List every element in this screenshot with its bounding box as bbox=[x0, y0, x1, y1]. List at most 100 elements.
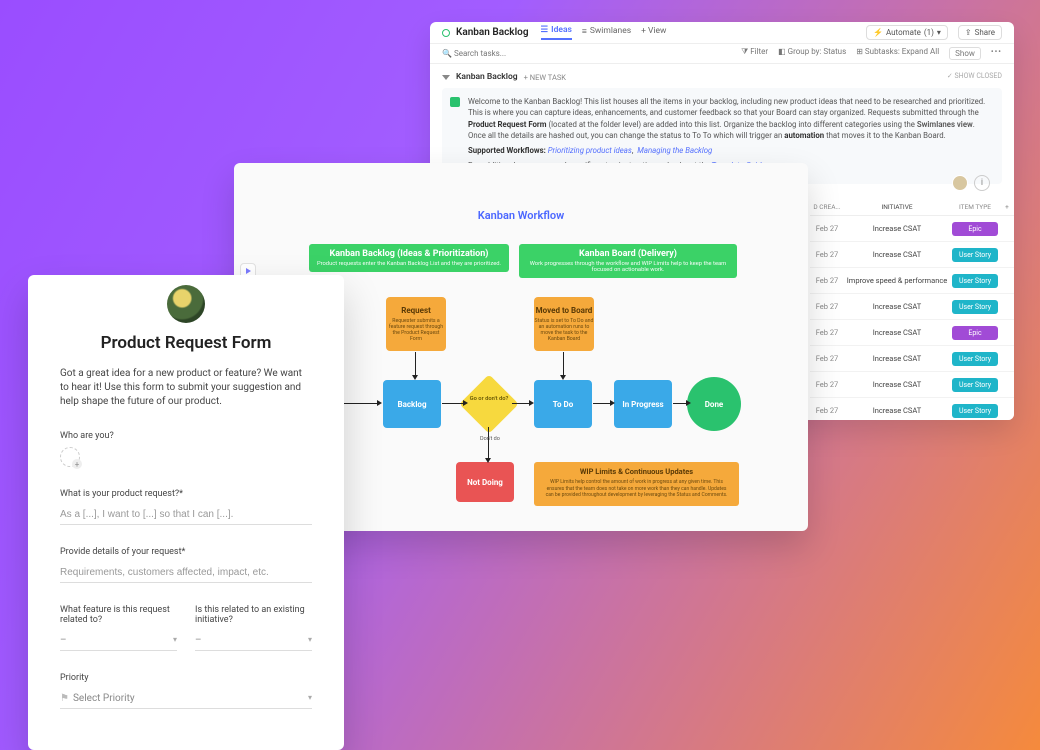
node-notdoing[interactable]: Not Doing bbox=[456, 462, 514, 502]
kanban-toolbar: 🔍 Search tasks... ⧩ Filter ◧ Group by: S… bbox=[430, 44, 1014, 64]
table-row[interactable]: Feb 27Increase CSATUser Story bbox=[810, 372, 1014, 398]
cell-initiative: Increase CSAT bbox=[844, 380, 950, 389]
status-circle-icon bbox=[442, 29, 450, 37]
cell-type: Epic bbox=[950, 222, 1000, 236]
subtasks-button[interactable]: ⊞ Subtasks: Expand All bbox=[856, 47, 939, 60]
filter-button[interactable]: ⧩ Filter bbox=[741, 47, 768, 60]
cell-initiative: Increase CSAT bbox=[844, 328, 950, 337]
search-icon: 🔍 bbox=[442, 49, 452, 58]
label-q1: What is your product request?* bbox=[60, 489, 312, 499]
group-button[interactable]: ◧ Group by: Status bbox=[778, 47, 846, 60]
cell-date: Feb 27 bbox=[810, 354, 844, 363]
col-initiative[interactable]: INITIATIVE bbox=[844, 203, 950, 211]
info-paragraph-1: Welcome to the Kanban Backlog! This list… bbox=[468, 96, 994, 141]
col-date[interactable]: D CREA... bbox=[810, 203, 844, 211]
node-wip: WIP Limits & Continuous Updates WIP Limi… bbox=[534, 462, 739, 506]
list-header-row: Kanban Backlog + NEW TASK ✓ SHOW CLOSED bbox=[442, 72, 1002, 82]
arrow-label-dont: Don't do bbox=[480, 436, 500, 442]
node-inprogress[interactable]: In Progress bbox=[614, 380, 672, 428]
show-closed-toggle[interactable]: ✓ SHOW CLOSED bbox=[947, 73, 1002, 81]
list-name[interactable]: Kanban Backlog bbox=[456, 72, 518, 82]
arrow bbox=[512, 403, 530, 404]
add-column-button[interactable]: + bbox=[1000, 203, 1014, 211]
table-row[interactable]: Feb 27Increase CSATEpic bbox=[810, 216, 1014, 242]
collapse-caret-icon[interactable] bbox=[442, 75, 450, 80]
search-input[interactable]: 🔍 Search tasks... bbox=[442, 49, 506, 58]
workflow-link-1[interactable]: Prioritizing product ideas bbox=[548, 146, 632, 155]
label-q3: What feature is this request related to? bbox=[60, 605, 177, 625]
cell-date: Feb 27 bbox=[810, 406, 844, 415]
arrow bbox=[488, 427, 489, 459]
cell-initiative: Increase CSAT bbox=[844, 354, 950, 363]
table-row[interactable]: Feb 27Increase CSATUser Story bbox=[810, 242, 1014, 268]
more-button[interactable]: ••• bbox=[991, 47, 1002, 60]
select-initiative[interactable]: –▾ bbox=[195, 631, 312, 651]
assignee-picker[interactable] bbox=[60, 447, 80, 467]
cell-type: User Story bbox=[950, 404, 1000, 418]
cell-initiative: Increase CSAT bbox=[844, 406, 950, 415]
arrow bbox=[442, 403, 464, 404]
form-intro: Got a great idea for a new product or fe… bbox=[60, 367, 312, 409]
show-button[interactable]: Show bbox=[949, 47, 981, 60]
cell-date: Feb 27 bbox=[810, 380, 844, 389]
col-type[interactable]: ITEM TYPE bbox=[950, 203, 1000, 211]
input-details[interactable] bbox=[60, 563, 312, 583]
help-icon[interactable]: i bbox=[974, 175, 990, 191]
share-icon: ⇪ bbox=[965, 28, 972, 37]
input-request[interactable] bbox=[60, 505, 312, 525]
tab-add-view[interactable]: + View bbox=[641, 26, 666, 39]
cell-type: User Story bbox=[950, 300, 1000, 314]
node-request[interactable]: Request Requester submits a feature requ… bbox=[386, 297, 446, 351]
label-q2: Provide details of your request* bbox=[60, 547, 312, 557]
cell-date: Feb 27 bbox=[810, 250, 844, 259]
avatar[interactable] bbox=[952, 175, 968, 191]
section-board: Kanban Board (Delivery) Work progresses … bbox=[519, 244, 737, 278]
arrow bbox=[415, 352, 416, 376]
task-table: D CREA... INITIATIVE ITEM TYPE + Feb 27I… bbox=[810, 198, 1014, 420]
select-priority[interactable]: ⚑Select Priority▾ bbox=[60, 689, 312, 709]
arrow bbox=[673, 403, 687, 404]
chevron-down-icon: ▾ bbox=[308, 635, 312, 646]
kanban-title-text: Kanban Backlog bbox=[456, 27, 529, 38]
cell-type: User Story bbox=[950, 274, 1000, 288]
cell-initiative: Increase CSAT bbox=[844, 302, 950, 311]
table-row[interactable]: Feb 27Increase CSATUser Story bbox=[810, 294, 1014, 320]
info-icon bbox=[450, 97, 460, 107]
automate-button[interactable]: ⚡Automate (1) ▾ bbox=[866, 25, 948, 40]
share-button[interactable]: ⇪ Share bbox=[958, 25, 1002, 40]
table-header: D CREA... INITIATIVE ITEM TYPE + bbox=[810, 198, 1014, 216]
table-row[interactable]: Feb 27Increase CSATUser Story bbox=[810, 398, 1014, 420]
cell-type: User Story bbox=[950, 352, 1000, 366]
label-q4: Is this related to an existing initiativ… bbox=[195, 605, 312, 625]
swimlane-icon: ≡ bbox=[582, 26, 587, 37]
select-feature[interactable]: –▾ bbox=[60, 631, 177, 651]
cell-initiative: Increase CSAT bbox=[844, 224, 950, 233]
node-decision[interactable] bbox=[459, 374, 518, 433]
new-task-button[interactable]: + NEW TASK bbox=[524, 73, 566, 82]
node-moved[interactable]: Moved to Board Status is set to To Do an… bbox=[534, 297, 594, 351]
cell-date: Feb 27 bbox=[810, 276, 844, 285]
section-backlog: Kanban Backlog (Ideas & Prioritization) … bbox=[309, 244, 509, 272]
form-avatar bbox=[167, 285, 205, 323]
node-done[interactable]: Done bbox=[687, 377, 741, 431]
kanban-title: Kanban Backlog bbox=[442, 27, 529, 38]
form-title: Product Request Form bbox=[60, 333, 312, 353]
tab-swimlanes[interactable]: ≡Swimlanes bbox=[582, 26, 631, 40]
cell-date: Feb 27 bbox=[810, 328, 844, 337]
node-decision-label: Go or don't do? bbox=[468, 396, 510, 402]
info-paragraph-2: Supported Workflows: Prioritizing produc… bbox=[468, 145, 994, 156]
list-icon: ☰ bbox=[541, 25, 549, 35]
workflow-link-2[interactable]: Managing the Backlog bbox=[637, 146, 712, 155]
view-tabs: ☰Ideas ≡Swimlanes + View bbox=[541, 25, 667, 40]
tab-ideas[interactable]: ☰Ideas bbox=[541, 25, 572, 40]
node-todo[interactable]: To Do bbox=[534, 380, 592, 428]
cell-date: Feb 27 bbox=[810, 302, 844, 311]
table-row[interactable]: Feb 27Improve speed & performanceUser St… bbox=[810, 268, 1014, 294]
table-row[interactable]: Feb 27Increase CSATEpic bbox=[810, 320, 1014, 346]
chevron-down-icon: ▾ bbox=[937, 28, 941, 37]
cell-type: Epic bbox=[950, 326, 1000, 340]
node-backlog[interactable]: Backlog bbox=[383, 380, 441, 428]
table-row[interactable]: Feb 27Increase CSATUser Story bbox=[810, 346, 1014, 372]
arrow bbox=[563, 352, 564, 376]
workflow-title: Kanban Workflow bbox=[234, 163, 808, 222]
